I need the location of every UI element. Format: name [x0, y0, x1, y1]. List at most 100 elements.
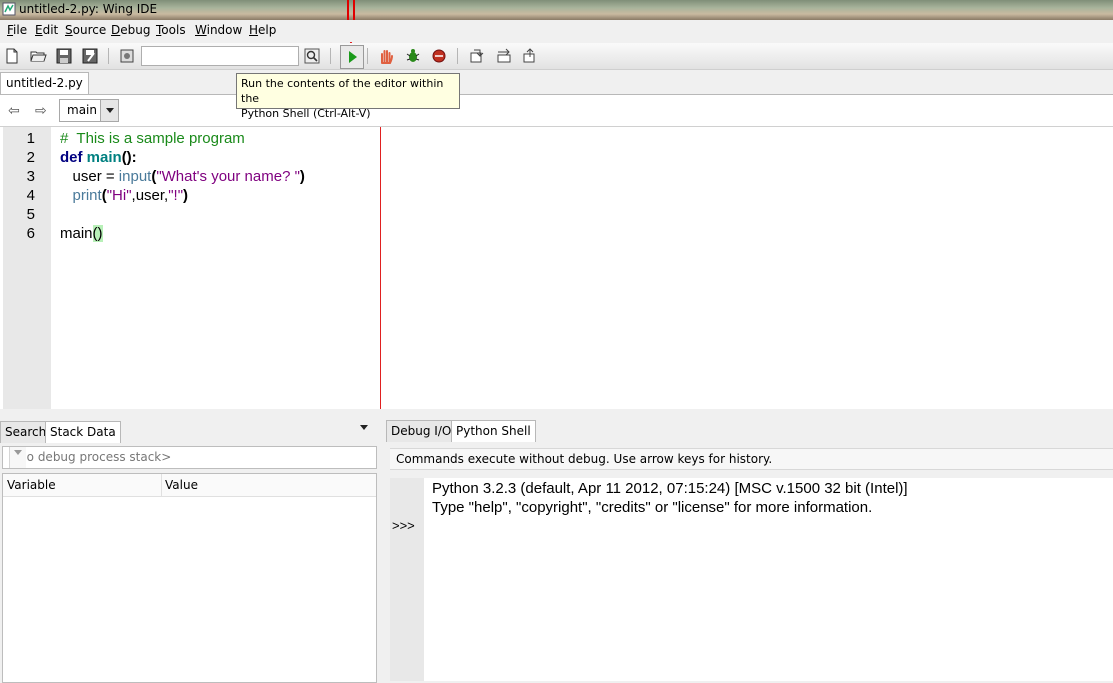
tab-python-shell[interactable]: Python Shell: [451, 420, 536, 442]
stack-select-placeholder: <no debug process stack>: [9, 450, 172, 464]
menu-edit[interactable]: Edit: [35, 23, 58, 37]
menu-edit-label: dit: [42, 23, 59, 37]
code-paren: ): [183, 187, 189, 204]
menu-help[interactable]: Help: [249, 23, 276, 37]
line-number: 5: [26, 206, 35, 223]
save-all-icon[interactable]: [81, 47, 99, 65]
line-number-gutter: 1 2 3 4 5 6: [3, 127, 51, 409]
chevron-down-icon[interactable]: [100, 100, 118, 121]
code-line-6: main(): [60, 225, 103, 242]
menu-file-label: ile: [13, 23, 28, 37]
toolbar-separator: [457, 48, 458, 64]
tab-search[interactable]: Search: [0, 421, 52, 443]
chevron-down-icon[interactable]: [9, 447, 26, 468]
menu-help-accel: H: [249, 23, 259, 37]
variables-table-header: Variable Value: [3, 474, 376, 497]
menu-file[interactable]: File: [7, 23, 27, 37]
shell-info-bar: Commands execute without debug. Use arro…: [390, 448, 1113, 470]
panel-menu-icon[interactable]: [360, 425, 368, 430]
menu-bar: File Edit Source Debug Tools Window Help: [0, 20, 1113, 42]
settings-icon[interactable]: [118, 47, 136, 65]
menu-tools[interactable]: Tools: [156, 23, 186, 37]
column-value[interactable]: Value: [165, 478, 198, 492]
menu-source-label: ource: [72, 23, 107, 37]
menu-help-label: elp: [258, 23, 277, 37]
search-icon[interactable]: [303, 47, 321, 65]
stack-data-panel: Search Stack Data <no debug process stac…: [0, 418, 382, 683]
editor-nav-row: ⇦ ⇨ main: [0, 95, 1113, 126]
code-builtin: input: [118, 168, 152, 185]
tab-debug-io[interactable]: Debug I/O: [386, 420, 457, 442]
breakpoint-icon[interactable]: [430, 47, 448, 65]
code-call: main: [60, 225, 93, 242]
toolbar-separator: [330, 48, 331, 64]
forward-arrow-icon[interactable]: ⇨: [35, 103, 47, 119]
debug-icon[interactable]: [404, 47, 422, 65]
shell-prompt-gutter: >>>: [390, 478, 424, 681]
code-string: "!": [168, 187, 184, 204]
line-number: 3: [26, 168, 35, 185]
step-out-icon[interactable]: [521, 47, 539, 65]
tab-untitled-2[interactable]: untitled-2.py: [0, 72, 89, 94]
app-icon: [2, 2, 16, 16]
tab-stack-data[interactable]: Stack Data: [45, 421, 121, 443]
code-line-2: def main():: [60, 149, 137, 166]
line-number: 2: [26, 149, 35, 166]
code-line-1: # This is a sample program: [60, 130, 245, 147]
scope-select[interactable]: main: [59, 99, 119, 122]
shell-info-text: Commands execute without debug. Use arro…: [396, 452, 773, 466]
variables-table[interactable]: Variable Value: [2, 473, 377, 683]
menu-window-accel: W: [195, 23, 207, 37]
editor-tab-strip: untitled-2.py: [0, 70, 1113, 95]
toolbar-search-input[interactable]: [141, 46, 299, 66]
code-comment: # This is a sample program: [60, 130, 245, 147]
code-string: "Hi": [106, 187, 132, 204]
tooltip-line-1: Run the contents of the editor within th…: [241, 77, 444, 105]
save-icon[interactable]: [55, 47, 73, 65]
shell-output-line-1: Python 3.2.3 (default, Apr 11 2012, 07:1…: [432, 480, 908, 497]
back-arrow-icon[interactable]: ⇦: [8, 103, 20, 119]
shell-prompt: >>>: [392, 518, 415, 533]
tooltip-line-2: Python Shell (Ctrl-Alt-V): [241, 107, 371, 120]
menu-tools-label: ools: [161, 23, 186, 37]
menu-debug-label: ebug: [120, 23, 151, 37]
column-variable[interactable]: Variable: [7, 478, 56, 492]
code-paren-highlight: (): [92, 225, 103, 242]
menu-source[interactable]: Source: [65, 23, 106, 37]
menu-source-accel: S: [65, 23, 73, 37]
menu-edit-accel: E: [35, 23, 43, 37]
menu-window[interactable]: Window: [195, 23, 242, 37]
step-over-icon[interactable]: [495, 47, 513, 65]
code-builtin: print: [72, 187, 102, 204]
toolbar: [0, 43, 1113, 70]
stack-select[interactable]: <no debug process stack>: [2, 446, 377, 469]
title-bar: untitled-2.py: Wing IDE: [0, 0, 1113, 20]
code-string: "What's your name? ": [156, 168, 300, 185]
step-in-icon[interactable]: [468, 47, 486, 65]
horizontal-splitter[interactable]: [0, 409, 1113, 418]
new-file-icon[interactable]: [3, 47, 21, 65]
code-line-4: print("Hi",user,"!"): [60, 187, 189, 204]
code-editor[interactable]: 1 2 3 4 5 6 # This is a sample program d…: [0, 126, 1113, 410]
code-paren: ():: [121, 149, 137, 166]
menu-debug[interactable]: Debug: [111, 23, 150, 37]
code-keyword: def: [60, 149, 83, 166]
stop-icon[interactable]: [377, 47, 395, 65]
toolbar-separator: [108, 48, 109, 64]
menu-window-label: indow: [206, 23, 243, 37]
python-shell-panel: Debug I/O Python Shell Commands execute …: [386, 418, 1113, 681]
line-number: 6: [26, 225, 35, 242]
run-icon[interactable]: [340, 45, 364, 69]
run-tooltip: Run the contents of the editor within th…: [236, 73, 460, 120]
menu-debug-accel: D: [111, 23, 121, 37]
code-line-3: user = input("What's your name? "): [60, 168, 305, 185]
code-assign: user =: [72, 168, 119, 185]
toolbar-separator: [367, 48, 368, 64]
edge-guide-line: [380, 127, 381, 409]
column-divider: [161, 474, 162, 496]
line-number: 1: [26, 130, 35, 147]
open-folder-icon[interactable]: [29, 47, 47, 65]
shell-output-line-2: Type "help", "copyright", "credits" or "…: [432, 499, 873, 516]
line-number: 4: [26, 187, 35, 204]
shell-console[interactable]: >>> Python 3.2.3 (default, Apr 11 2012, …: [390, 478, 1113, 681]
